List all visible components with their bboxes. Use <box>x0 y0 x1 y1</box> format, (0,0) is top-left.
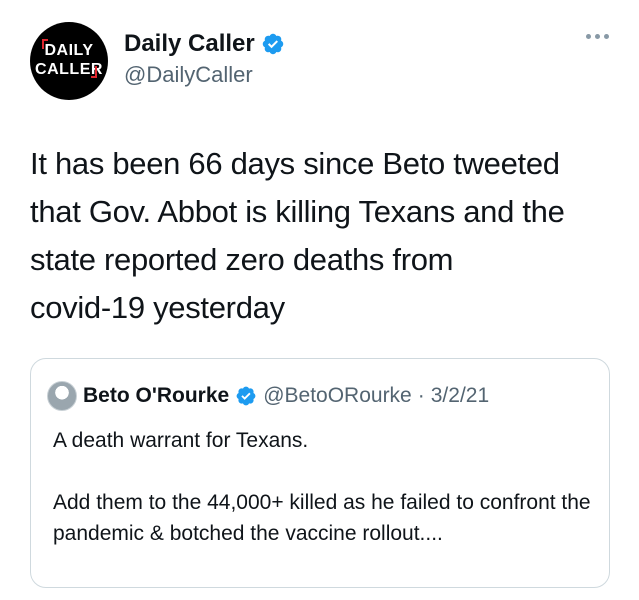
dot <box>586 34 591 39</box>
quoted-paragraph-1: A death warrant for Texans. <box>53 429 309 452</box>
quoted-display-name: Beto O'Rourke <box>83 384 230 407</box>
quoted-avatar <box>47 381 77 411</box>
logo-line-1: DAILY <box>44 42 94 59</box>
author-handle[interactable]: @DailyCaller <box>124 62 253 88</box>
more-dots-icon[interactable] <box>586 34 609 39</box>
avatar[interactable]: DAILY CALLER <box>30 22 108 100</box>
quoted-tweet-text: A death warrant for Texans. Add them to … <box>53 425 593 549</box>
dot <box>604 34 609 39</box>
author-name-text: Daily Caller <box>124 30 255 57</box>
logo-bracket-bottom <box>91 66 97 78</box>
author-display-name[interactable]: Daily Caller <box>124 30 285 58</box>
dot <box>595 34 600 39</box>
quoted-separator: · <box>417 384 425 407</box>
quoted-tweet-header: Beto O'Rourke @BetoORourke · 3/2/21 <box>47 381 489 411</box>
quoted-paragraph-2: Add them to the 44,000+ killed as he fai… <box>53 491 591 545</box>
quoted-date: 3/2/21 <box>430 384 490 407</box>
verified-badge-icon <box>236 386 256 406</box>
quoted-handle: @BetoORourke <box>263 384 412 407</box>
quoted-tweet[interactable]: Beto O'Rourke @BetoORourke · 3/2/21 A de… <box>30 358 610 588</box>
verified-badge-icon <box>262 33 283 55</box>
tweet: DAILY CALLER Daily Caller @DailyCaller I… <box>0 0 639 600</box>
tweet-text: It has been 66 days since Beto tweeted t… <box>30 146 565 325</box>
